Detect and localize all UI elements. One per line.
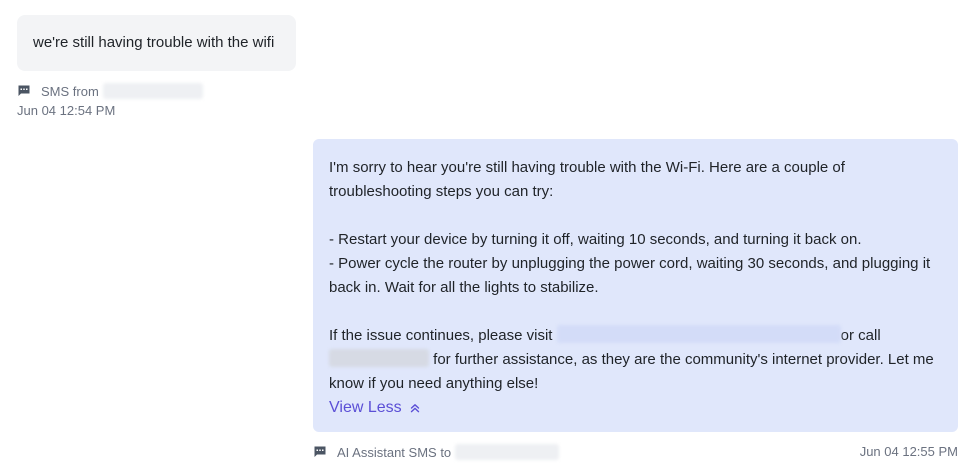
outgoing-timestamp: Jun 04 12:55 PM [859,444,958,459]
final-text-3: for further assistance, as they are the … [433,351,934,368]
redacted-sender-phone [102,83,203,99]
intro-line-1: I'm sorry to hear you're still having tr… [329,159,845,176]
step-2-line-2: back in. Wait for all the lights to stab… [329,279,599,296]
view-less-label: View Less [329,399,402,416]
final-text-2: or call [840,327,881,344]
redacted-recipient-phone [455,444,560,460]
chevron-double-up-icon [410,403,420,413]
incoming-timestamp: Jun 04 12:54 PM [17,103,116,118]
message-square-icon [313,445,327,459]
outgoing-paragraph-intro: I'm sorry to hear you're still having tr… [329,156,942,204]
message-square-icon [17,84,31,98]
view-less-button[interactable]: View Less [329,397,420,419]
step-1: - Restart your device by turning it off,… [329,231,862,248]
outgoing-message-meta: AI Assistant SMS to [313,443,560,461]
redacted-support-link[interactable] [556,325,841,343]
outgoing-meta-label: AI Assistant SMS to [337,444,452,460]
incoming-message-meta: SMS from [17,82,203,100]
incoming-message-bubble: we're still having trouble with the wifi [17,15,296,71]
final-text-1: If the issue continues, please visit [329,327,553,344]
incoming-message-text: we're still having trouble with the wifi [33,34,275,51]
final-text-4: know if you need anything else! [329,375,539,392]
intro-line-2: troubleshooting steps you can try: [329,183,554,200]
incoming-meta-label: SMS from [41,83,99,99]
outgoing-message-bubble: I'm sorry to hear you're still having tr… [313,139,958,432]
redacted-provider-phone [329,349,429,367]
outgoing-paragraph-final: If the issue continues, please visit or … [329,324,942,396]
outgoing-steps: - Restart your device by turning it off,… [329,228,942,300]
step-2-line-1: - Power cycle the router by unplugging t… [329,255,931,272]
